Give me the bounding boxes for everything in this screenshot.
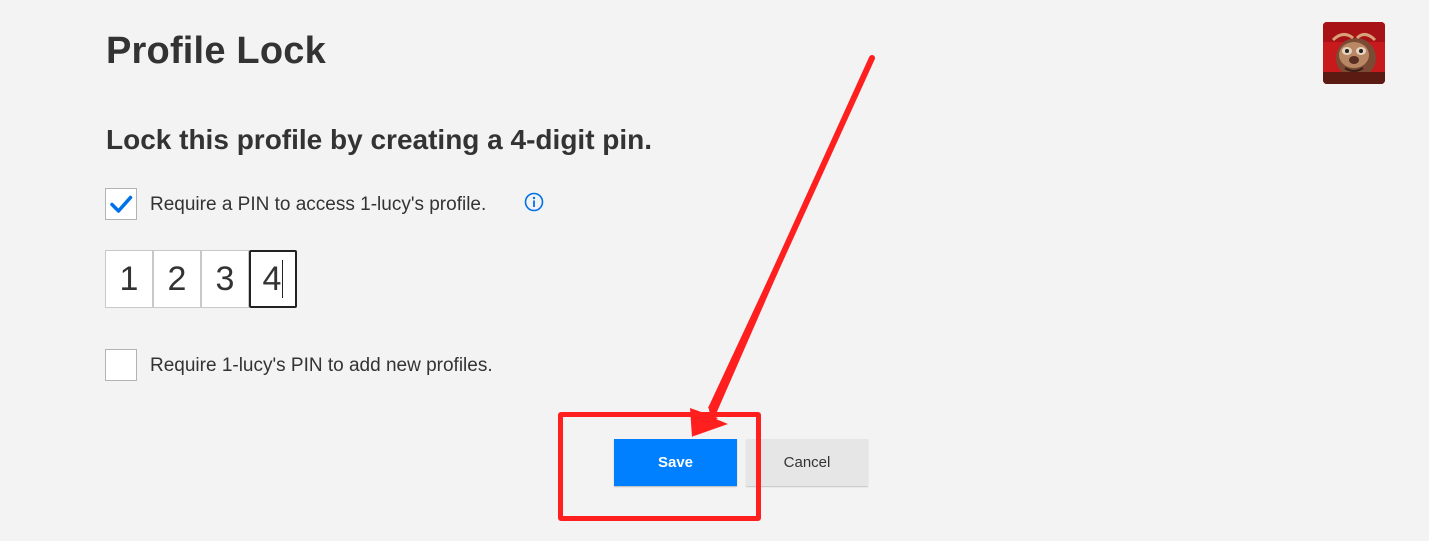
require-pin-label[interactable]: Require a PIN to access 1-lucy's profile… bbox=[150, 194, 486, 216]
pin-digit-2-input[interactable]: 2 bbox=[153, 250, 201, 308]
require-pin-new-profiles-label[interactable]: Require 1-lucy's PIN to add new profiles… bbox=[150, 355, 493, 377]
section-heading: Lock this profile by creating a 4-digit … bbox=[106, 124, 653, 155]
page-title: Profile Lock bbox=[106, 30, 326, 72]
info-icon[interactable] bbox=[524, 192, 544, 212]
text-caret bbox=[282, 260, 284, 299]
pin-digit-3-input[interactable]: 3 bbox=[201, 250, 249, 308]
avatar[interactable] bbox=[1323, 22, 1385, 84]
pin-digit-1-input[interactable]: 1 bbox=[105, 250, 153, 308]
checkmark-icon bbox=[110, 195, 133, 213]
avatar-image bbox=[1323, 22, 1385, 84]
save-button[interactable]: Save bbox=[614, 439, 737, 486]
pin-digit-4-input[interactable]: 4 bbox=[249, 250, 297, 308]
cancel-button[interactable]: Cancel bbox=[746, 439, 868, 486]
require-pin-new-profiles-checkbox[interactable] bbox=[105, 349, 137, 381]
pin-digit-4-value: 4 bbox=[262, 260, 282, 298]
require-pin-checkbox[interactable] bbox=[105, 188, 137, 220]
